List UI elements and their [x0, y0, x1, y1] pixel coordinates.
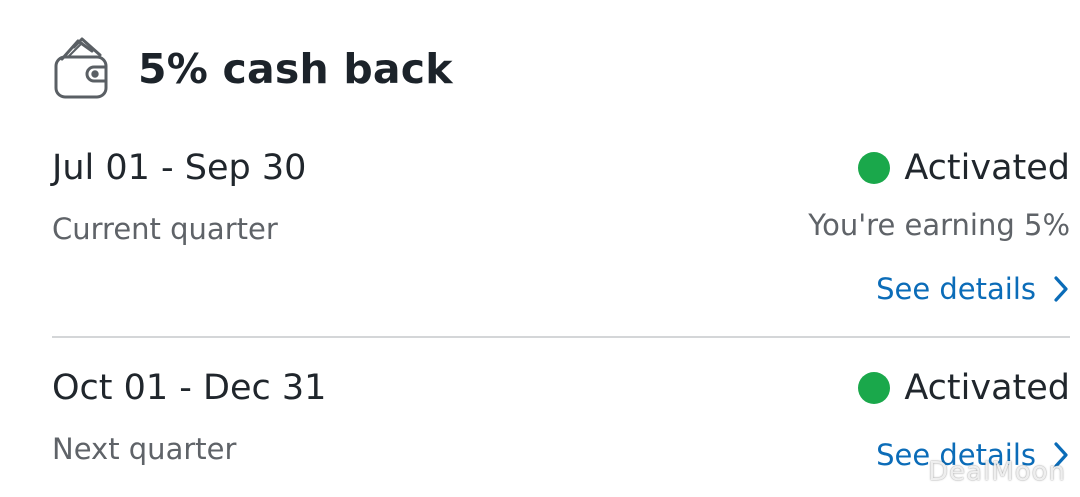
status-badge: Activated	[858, 148, 1070, 188]
page-title: 5% cash back	[138, 45, 453, 93]
status-badge: Activated	[858, 368, 1070, 408]
period-label: Current quarter	[52, 212, 278, 246]
card-header: 5% cash back	[52, 36, 453, 102]
date-range: Oct 01 - Dec 31	[52, 368, 327, 408]
earning-text: You're earning 5%	[808, 208, 1070, 242]
period-label: Next quarter	[52, 432, 237, 466]
quarter-row-current: Jul 01 - Sep 30 Current quarter Activate…	[52, 144, 1070, 324]
status-text: Activated	[904, 148, 1070, 188]
quarter-row-next: Oct 01 - Dec 31 Next quarter Activated S…	[52, 364, 1070, 497]
see-details-label: See details	[876, 272, 1036, 306]
status-dot-icon	[858, 152, 891, 184]
status-text: Activated	[904, 368, 1070, 408]
divider	[52, 336, 1070, 338]
chevron-right-icon	[1054, 276, 1068, 302]
wallet-icon	[54, 37, 108, 99]
status-dot-icon	[858, 372, 891, 404]
date-range: Jul 01 - Sep 30	[52, 148, 307, 188]
see-details-link[interactable]: See details	[876, 272, 1070, 306]
watermark: DealMoon	[928, 457, 1066, 487]
